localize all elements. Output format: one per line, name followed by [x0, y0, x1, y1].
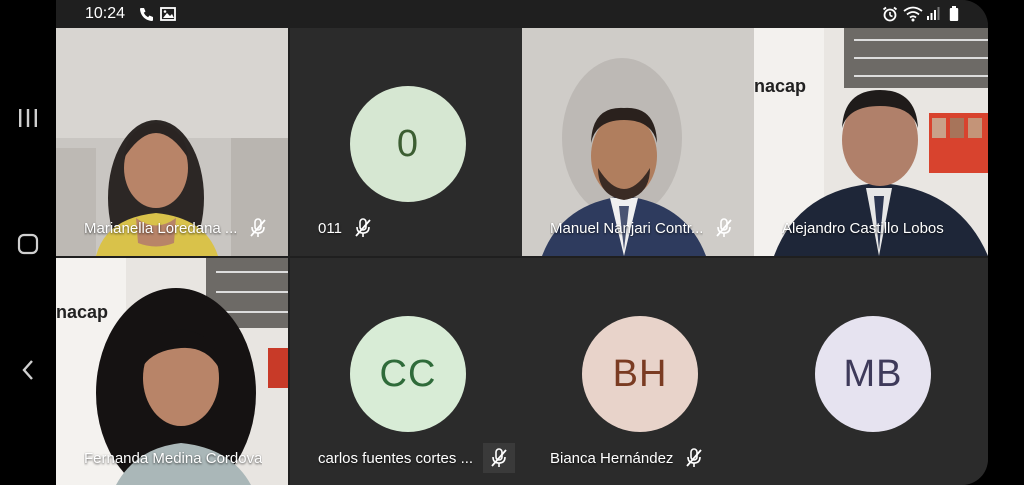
participant-avatar: CC [350, 316, 466, 432]
participant-tile[interactable]: BH Bianca Hernández [522, 258, 754, 485]
alarm-icon [882, 6, 898, 27]
mic-off-icon [716, 218, 733, 237]
signal-icon [926, 6, 940, 27]
recent-apps-icon[interactable] [10, 100, 46, 136]
participant-avatar: MB [815, 316, 931, 432]
participant-name-label: carlos fuentes cortes ... [290, 443, 522, 473]
backdrop-logo: nacap [56, 302, 109, 322]
participant-name-label: Marianella Loredana ... [56, 216, 288, 240]
participant-name: 011 [318, 219, 342, 237]
participant-name: Alejandro Castillo Lobos [782, 219, 944, 237]
system-nav-bar [0, 0, 56, 485]
participant-tile[interactable]: Manuel Nanjari Contr... [522, 28, 754, 256]
phone-screen: 10:24 Marianella Loredana ... 0 011 Manu… [56, 0, 988, 485]
participant-name: Bianca Hernández [550, 449, 674, 467]
participant-name-label: 011 [290, 216, 522, 240]
mic-off-icon [686, 448, 703, 467]
participant-name-label: Manuel Nanjari Contr... [522, 216, 754, 240]
participant-name: Fernanda Medina Cordova [84, 449, 263, 467]
phone-icon [138, 6, 154, 27]
participant-tile[interactable]: nacap Fernanda Medina Cordova [56, 258, 288, 485]
battery-icon [949, 6, 959, 27]
mic-off-icon [250, 218, 267, 237]
gallery-icon [160, 6, 176, 27]
participant-name: Marianella Loredana ... [84, 219, 238, 237]
participant-name: carlos fuentes cortes ... [318, 449, 474, 467]
mic-off-icon [355, 218, 371, 237]
participant-tile[interactable]: Marianella Loredana ... [56, 28, 288, 256]
participant-tile[interactable]: MB [754, 258, 988, 485]
participant-avatar: BH [582, 316, 698, 432]
participant-name-label: Bianca Hernández [522, 446, 754, 470]
status-bar: 10:24 [56, 0, 988, 28]
clock-time: 10:24 [85, 5, 126, 22]
participant-tile[interactable]: nacap Alejandro Castillo Lobos [754, 28, 988, 256]
backdrop-logo: nacap [754, 76, 807, 96]
mic-off-icon [491, 448, 507, 467]
home-icon[interactable] [10, 226, 46, 262]
participant-grid: Marianella Loredana ... 0 011 Manuel Nan… [56, 28, 988, 485]
back-icon[interactable] [10, 352, 46, 388]
participant-name-label: Fernanda Medina Cordova [56, 446, 288, 470]
participant-avatar: 0 [350, 86, 466, 202]
participant-name: Manuel Nanjari Contr... [550, 219, 704, 237]
wifi-icon [903, 6, 923, 27]
participant-tile[interactable]: 0 011 [290, 28, 522, 256]
participant-name-label: Alejandro Castillo Lobos [754, 216, 988, 240]
participant-tile[interactable]: CC carlos fuentes cortes ... [290, 258, 522, 485]
